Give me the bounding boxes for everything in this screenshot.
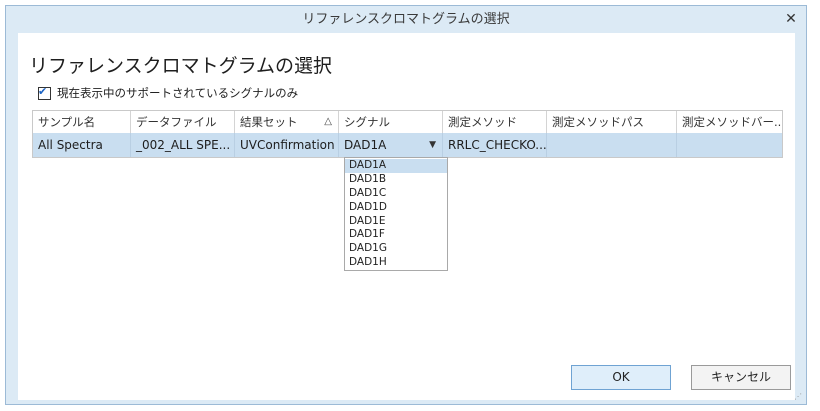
signal-combobox[interactable]: DAD1A ▼: [339, 133, 443, 157]
dropdown-option-dad1g[interactable]: DAD1G: [345, 242, 447, 256]
dialog-window: リファレンスクロマトグラムの選択 ✕ リファレンスクロマトグラムの選択 ✔ 現在…: [5, 5, 807, 405]
dropdown-option-dad1e[interactable]: DAD1E: [345, 215, 447, 229]
filter-checkbox-row[interactable]: ✔ 現在表示中のサポートされているシグナルのみ: [38, 85, 298, 101]
resize-grip-icon[interactable]: ⋰: [794, 392, 804, 402]
column-header-sample-name[interactable]: サンプル名: [33, 111, 131, 133]
cancel-button[interactable]: キャンセル: [691, 365, 791, 390]
signal-dropdown-list: DAD1A DAD1B DAD1C DAD1D DAD1E DAD1F DAD1…: [344, 157, 448, 271]
close-button[interactable]: ✕: [782, 10, 800, 28]
dropdown-option-dad1b[interactable]: DAD1B: [345, 173, 447, 187]
cell-method[interactable]: RRLC_CHECKO...: [443, 133, 547, 157]
close-icon[interactable]: ✕: [785, 11, 797, 27]
dropdown-option-dad1h[interactable]: DAD1H: [345, 256, 447, 270]
ok-button[interactable]: OK: [571, 365, 671, 390]
chevron-down-icon[interactable]: ▼: [429, 133, 436, 157]
filter-checkbox-label[interactable]: 現在表示中のサポートされているシグナルのみ: [57, 85, 298, 101]
filter-checkbox[interactable]: ✔: [38, 84, 51, 100]
dropdown-option-dad1f[interactable]: DAD1F: [345, 228, 447, 242]
dialog-content: リファレンスクロマトグラムの選択 ✔ 現在表示中のサポートされているシグナルのみ…: [18, 33, 795, 400]
column-header-method-version[interactable]: 測定メソッドバー...: [677, 111, 782, 133]
sort-ascending-icon: △: [324, 116, 332, 127]
window-title: リファレンスクロマトグラムの選択: [302, 12, 510, 27]
column-header-result-set[interactable]: 結果セット △: [235, 111, 339, 133]
column-header-method[interactable]: 測定メソッド: [443, 111, 547, 133]
cell-sample-name[interactable]: All Spectra: [33, 133, 131, 157]
table-row[interactable]: All Spectra _002_ALL SPE... UVConfirmati…: [33, 133, 782, 157]
column-header-signal[interactable]: シグナル: [339, 111, 443, 133]
table-header: サンプル名 データファイル 結果セット △ シグナル 測定メソッド 測定メソッド…: [33, 111, 782, 134]
signal-combobox-value[interactable]: DAD1A: [344, 138, 386, 152]
column-header-result-set-label: 結果セット: [240, 115, 298, 129]
column-header-method-path[interactable]: 測定メソッドパス: [547, 111, 677, 133]
cell-method-version[interactable]: [677, 133, 782, 157]
cell-result-set[interactable]: UVConfirmation: [235, 133, 339, 157]
page-title: リファレンスクロマトグラムの選択: [29, 55, 333, 77]
dropdown-option-dad1a[interactable]: DAD1A: [345, 159, 447, 173]
reference-table: サンプル名 データファイル 結果セット △ シグナル 測定メソッド 測定メソッド…: [32, 110, 783, 158]
column-header-data-file[interactable]: データファイル: [131, 111, 235, 133]
dropdown-option-dad1c[interactable]: DAD1C: [345, 187, 447, 201]
title-bar[interactable]: リファレンスクロマトグラムの選択 ✕: [6, 6, 806, 33]
dropdown-option-dad1d[interactable]: DAD1D: [345, 201, 447, 215]
cell-data-file[interactable]: _002_ALL SPE...: [131, 133, 235, 157]
cell-method-path[interactable]: [547, 133, 677, 157]
checkmark-icon: ✔: [38, 84, 48, 98]
